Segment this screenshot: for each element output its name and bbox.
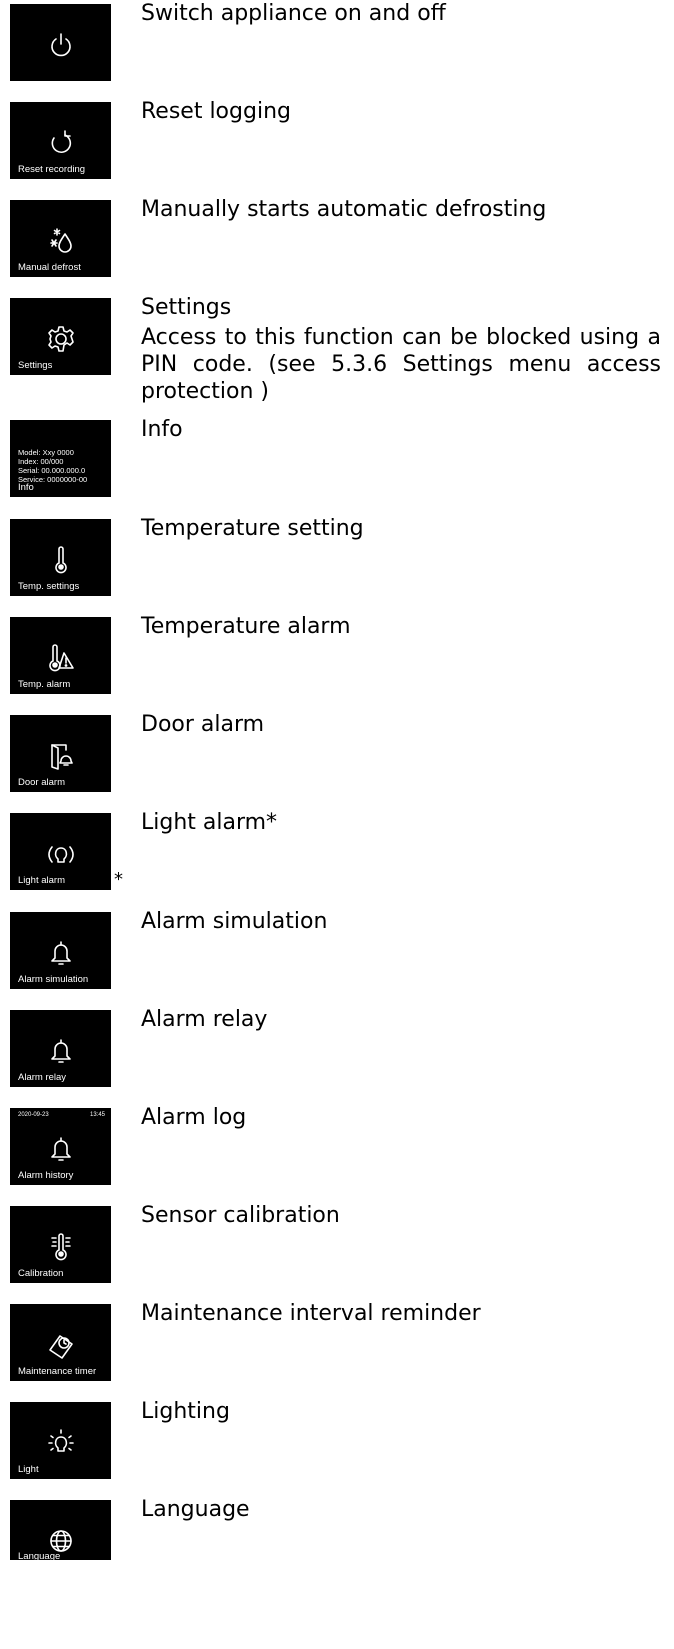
tile-caption: Calibration (18, 1268, 64, 1279)
tile-caption: Temp. alarm (18, 679, 71, 690)
history-time: 13:45 (89, 1112, 105, 1118)
light-alarm-icon (47, 846, 74, 863)
calibration-tile[interactable]: Calibration (10, 1206, 111, 1283)
tile-caption: Reset recording (18, 164, 86, 175)
info-index: Index: 00/000 (18, 457, 64, 466)
function-description: Door alarm (141, 712, 265, 737)
function-description: Sensor calibration (141, 1203, 340, 1228)
info-tile[interactable]: Model: Xxy 0000 Index: 00/000 Serial: 00… (10, 420, 111, 497)
function-description: Switch appliance on and off (141, 1, 446, 26)
gear-icon (47, 326, 74, 352)
calibration-icon (50, 1233, 71, 1261)
tile-caption: Manual defrost (18, 262, 81, 273)
bell-icon (50, 1039, 71, 1063)
tile-caption: Alarm simulation (18, 974, 89, 985)
alarm-relay-tile[interactable]: Alarm relay (10, 1010, 111, 1087)
light-tile[interactable]: Light (10, 1402, 111, 1479)
tile-caption: Settings (18, 360, 53, 371)
power-icon (50, 33, 71, 57)
alarm-history-tile[interactable]: 2020-09-23 13:45 Alarm history (10, 1108, 111, 1185)
history-date: 2020-09-23 (18, 1112, 49, 1118)
function-description: Alarm log (141, 1105, 247, 1130)
alarm-simulation-tile[interactable]: Alarm simulation (10, 912, 111, 989)
tile-caption: Language (18, 1551, 61, 1560)
function-description: Reset logging (141, 99, 291, 124)
tile-caption: Maintenance timer (18, 1366, 97, 1377)
info-screen: Model: Xxy 0000 Index: 00/000 Serial: 00… (18, 448, 87, 484)
function-description: Lighting (141, 1399, 230, 1424)
info-model: Model: Xxy 0000 (18, 448, 74, 457)
reset-tile[interactable]: Reset recording (10, 102, 111, 179)
door-alarm-tile[interactable]: Door alarm (10, 715, 111, 792)
power-tile[interactable] (10, 4, 111, 81)
function-description: Temperature alarm (141, 614, 351, 639)
function-description: Alarm simulation (141, 909, 328, 934)
footnote-marker: * (114, 869, 123, 890)
bell-icon (50, 1137, 71, 1161)
door-alarm-icon (50, 744, 73, 770)
defrost-tile[interactable]: Manual defrost (10, 200, 111, 277)
maintenance-icon (48, 1335, 73, 1359)
tile-caption: Alarm relay (18, 1072, 67, 1083)
temp-settings-tile[interactable]: Temp. settings (10, 519, 111, 596)
function-description: Light alarm* (141, 810, 278, 835)
function-description: Alarm relay (141, 1007, 268, 1032)
language-tile[interactable]: Language (10, 1500, 111, 1560)
settings-tile[interactable]: Settings (10, 298, 111, 375)
light-alarm-tile[interactable]: Light alarm (10, 813, 111, 890)
function-description: Settings (141, 295, 232, 320)
thermometer-icon (54, 546, 67, 574)
function-description: Info (141, 417, 183, 442)
tile-caption: Alarm history (18, 1170, 74, 1181)
function-description: Temperature setting (141, 516, 364, 541)
defrost-icon (49, 228, 72, 253)
history-header: 2020-09-23 13:45 (18, 1112, 105, 1118)
reset-icon (51, 130, 71, 154)
temp-alarm-icon (48, 644, 74, 672)
info-serial: Serial: 00.000.000.0 (18, 466, 86, 475)
tile-caption: Light (18, 1464, 39, 1475)
lightbulb-icon (47, 1429, 74, 1452)
function-description: Language (141, 1497, 250, 1522)
bell-icon (50, 941, 71, 965)
tile-caption: Info (18, 482, 34, 493)
temp-alarm-tile[interactable]: Temp. alarm (10, 617, 111, 694)
function-description: Manually starts automatic defrosting (141, 197, 547, 222)
tile-caption: Temp. settings (18, 581, 80, 592)
tile-caption: Light alarm (18, 875, 65, 886)
maintenance-tile[interactable]: Maintenance timer (10, 1304, 111, 1381)
function-note: Access to this function can be blocked u… (141, 325, 661, 404)
function-description: Maintenance interval reminder (141, 1301, 481, 1326)
tile-caption: Door alarm (18, 777, 65, 788)
